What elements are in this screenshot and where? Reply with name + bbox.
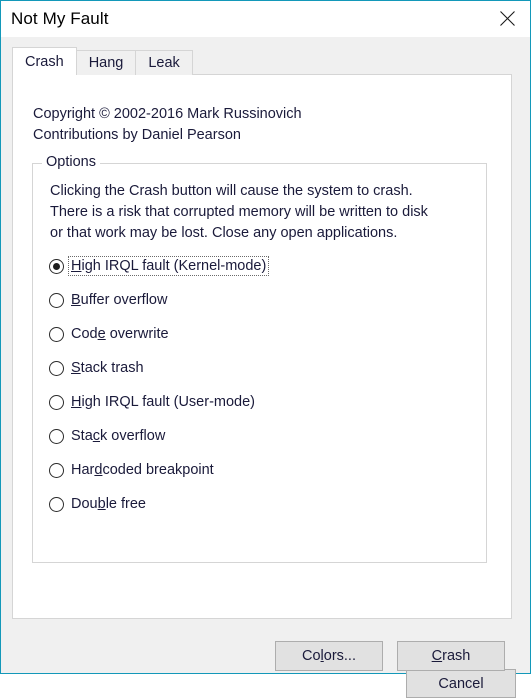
cancel-button[interactable]: Cancel: [406, 669, 516, 698]
client-area: Crash Hang Leak Copyright © 2002-2016 Ma…: [1, 37, 530, 698]
radio-stack-trash[interactable]: Stack trash: [49, 351, 482, 385]
radio-high-irql-kernel-mode[interactable]: High IRQL fault (Kernel-mode): [49, 249, 482, 283]
radio-label: Stack overflow: [71, 428, 166, 444]
radio-stack-overflow[interactable]: Stack overflow: [49, 419, 482, 453]
tab-hang[interactable]: Hang: [75, 50, 137, 75]
radio-code-overwrite[interactable]: Code overwrite: [49, 317, 482, 351]
crash-button[interactable]: Crash: [397, 641, 505, 671]
options-group-box: Options Clicking the Crash button will c…: [32, 154, 487, 563]
copyright-line-2: Contributions by Daniel Pearson: [33, 127, 241, 143]
radio-indicator: [49, 360, 64, 376]
radio-indicator: [49, 496, 64, 512]
radio-label: Double free: [71, 496, 146, 512]
tab-crash[interactable]: Crash: [12, 47, 77, 75]
tab-strip: Crash Hang Leak: [12, 47, 193, 75]
close-button[interactable]: [485, 1, 530, 36]
options-description-line-3: or that work may be lost. Close any open…: [50, 225, 398, 241]
tab-leak-label: Leak: [148, 55, 180, 71]
window-title: Not My Fault: [11, 9, 109, 28]
radio-hardcoded-breakpoint[interactable]: Hardcoded breakpoint: [49, 453, 482, 487]
radio-indicator: [49, 428, 64, 444]
cancel-button-label: Cancel: [438, 675, 484, 692]
close-icon: [499, 10, 516, 27]
colors-button-label: Colors...: [301, 648, 356, 664]
radio-indicator: [49, 394, 64, 410]
radio-high-irql-user-mode[interactable]: High IRQL fault (User-mode): [49, 385, 482, 419]
not-my-fault-window: Not My Fault Crash Hang Leak Copyright ©…: [0, 0, 531, 698]
radio-indicator: [49, 326, 64, 342]
radio-indicator: [49, 462, 64, 478]
radio-label: Stack trash: [71, 360, 144, 376]
colors-button[interactable]: Colors...: [275, 641, 383, 671]
tab-leak[interactable]: Leak: [135, 50, 193, 75]
tab-crash-label: Crash: [25, 53, 64, 70]
radio-indicator: [49, 292, 64, 308]
tab-hang-label: Hang: [88, 55, 124, 71]
options-description: Clicking the Crash button will cause the…: [50, 181, 428, 244]
radio-label: High IRQL fault (User-mode): [71, 394, 256, 410]
title-bar: Not My Fault: [1, 1, 530, 37]
options-description-line-1: Clicking the Crash button will cause the…: [50, 183, 413, 199]
crash-tab-panel: Copyright © 2002-2016 Mark Russinovich C…: [12, 74, 512, 671]
crash-type-radio-group: High IRQL fault (Kernel-mode) Buffer ove…: [49, 249, 482, 521]
copyright-block: Copyright © 2002-2016 Mark Russinovich C…: [33, 104, 302, 146]
radio-label: Hardcoded breakpoint: [71, 462, 214, 478]
copyright-line-1: Copyright © 2002-2016 Mark Russinovich: [33, 106, 302, 122]
radio-buffer-overflow[interactable]: Buffer overflow: [49, 283, 482, 317]
options-group-label: Options: [42, 154, 100, 170]
options-description-line-2: There is a risk that corrupted memory wi…: [50, 204, 428, 220]
radio-double-free[interactable]: Double free: [49, 487, 482, 521]
radio-indicator: [49, 258, 64, 274]
radio-label: High IRQL fault (Kernel-mode): [68, 256, 270, 276]
radio-label: Code overwrite: [71, 326, 169, 342]
radio-label: Buffer overflow: [71, 292, 168, 308]
crash-button-label: Crash: [431, 648, 471, 664]
